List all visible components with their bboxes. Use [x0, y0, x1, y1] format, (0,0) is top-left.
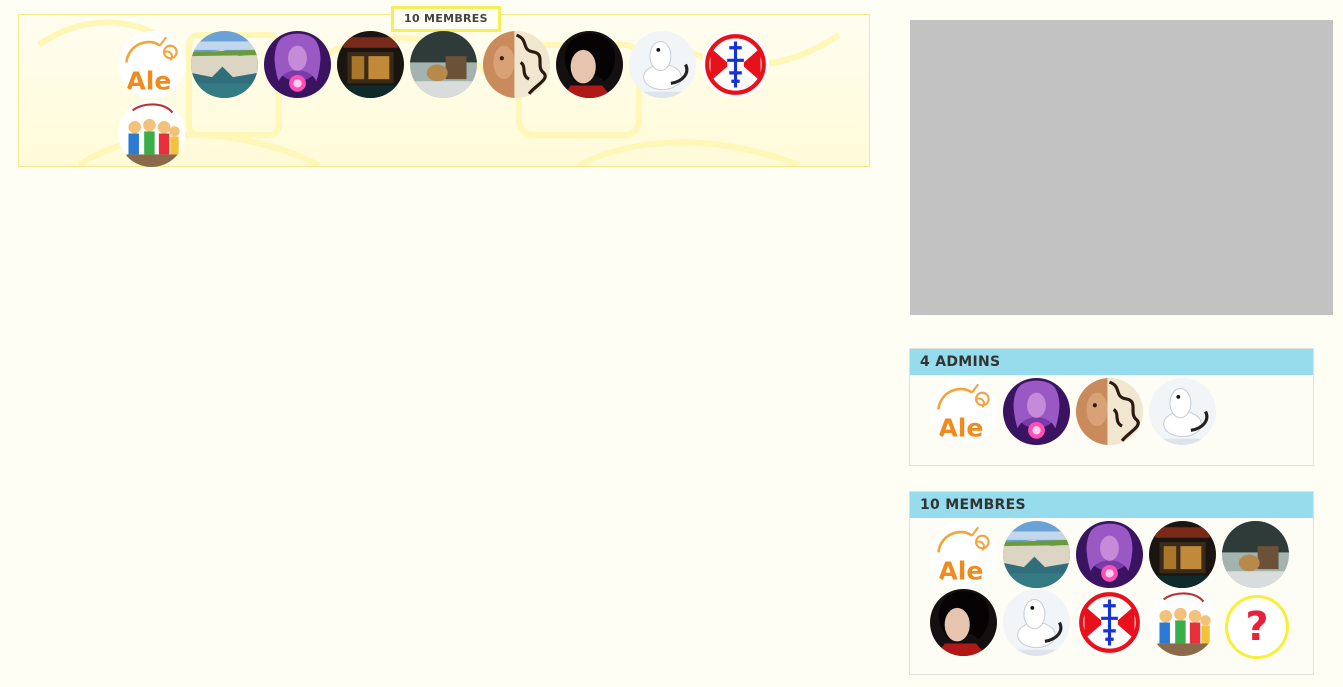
members-avatar-list	[118, 31, 798, 167]
member-avatar-guitar[interactable]	[410, 31, 477, 98]
widget-member-avatar-michael[interactable]	[930, 589, 997, 656]
member-avatar-storefront[interactable]	[337, 31, 404, 98]
admin-avatar-ale[interactable]	[930, 378, 997, 445]
widget-member-avatar-cliffs[interactable]	[1003, 521, 1070, 588]
member-avatar-purple-orb[interactable]	[264, 31, 331, 98]
members-widget: 10 MEMBRES ?	[909, 491, 1314, 675]
member-avatar-comic-group[interactable]	[118, 100, 185, 167]
admins-widget-title: 4 ADMINS	[910, 349, 1313, 375]
widget-member-avatar-kyokushin[interactable]	[1076, 589, 1143, 656]
widget-member-avatar-weasel[interactable]	[1003, 589, 1070, 656]
admins-avatar-list	[910, 375, 1313, 447]
question-mark-icon[interactable]: ?	[1225, 595, 1289, 659]
members-panel: 10 MEMBRES	[18, 6, 870, 167]
widget-member-avatar-purple-orb[interactable]	[1076, 521, 1143, 588]
ad-placeholder	[910, 20, 1333, 315]
members-widget-title: 10 MEMBRES	[910, 492, 1313, 518]
member-avatar-tribal-face[interactable]	[483, 31, 550, 98]
widget-member-avatar-ale[interactable]	[930, 521, 997, 588]
widget-member-avatar-comic-group[interactable]	[1149, 589, 1216, 656]
admin-avatar-tribal-face[interactable]	[1076, 378, 1143, 445]
member-avatar-cliffs[interactable]	[191, 31, 258, 98]
members-title-badge: 10 MEMBRES	[391, 6, 501, 32]
member-avatar-ale[interactable]	[118, 31, 185, 98]
widget-member-avatar-storefront[interactable]	[1149, 521, 1216, 588]
members-widget-avatar-list: ?	[910, 518, 1313, 661]
member-avatar-weasel[interactable]	[629, 31, 696, 98]
widget-member-avatar-guitar[interactable]	[1222, 521, 1289, 588]
admin-avatar-purple-orb[interactable]	[1003, 378, 1070, 445]
member-avatar-kyokushin[interactable]	[702, 31, 769, 98]
member-avatar-michael[interactable]	[556, 31, 623, 98]
admin-avatar-weasel[interactable]	[1149, 378, 1216, 445]
admins-widget: 4 ADMINS	[909, 348, 1314, 466]
